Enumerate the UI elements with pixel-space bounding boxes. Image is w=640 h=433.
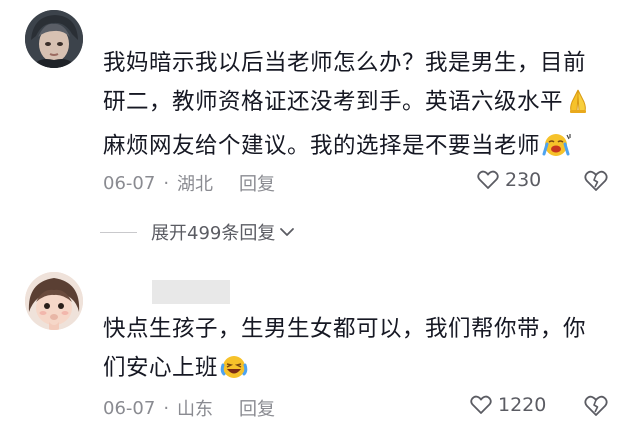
- like-count: 230: [505, 169, 542, 191]
- dislike-button[interactable]: [584, 395, 608, 421]
- comment-text: 快点生孩子，生男生女都可以，我们帮你带，你 们安心上班: [103, 310, 628, 393]
- comment-location: 湖北: [177, 174, 214, 195]
- folded-hands-emoji: [565, 88, 591, 127]
- reply-button[interactable]: 回复: [239, 170, 275, 196]
- comment-meta: 06-07 · 山东 回复: [103, 395, 275, 421]
- comment-text-line: 我妈暗示我以后当老师怎么办？我是男生，目前: [103, 50, 587, 76]
- chevron-down-icon: [280, 228, 295, 236]
- comment-date: 06-07: [103, 172, 156, 194]
- comment-text: 我妈暗示我以后当老师怎么办？我是男生，目前 研二，教师资格证还没考到手。英语六级…: [103, 44, 628, 171]
- like-count: 1220: [498, 394, 547, 416]
- loudly-crying-emoji: [542, 132, 572, 171]
- like-button[interactable]: 230: [477, 169, 541, 191]
- tears-of-joy-emoji: [220, 354, 248, 393]
- dislike-button[interactable]: [584, 170, 608, 196]
- like-button[interactable]: 1220: [470, 394, 546, 416]
- broken-heart-outline-icon: [584, 395, 608, 416]
- heart-outline-icon: [470, 395, 492, 414]
- reply-button[interactable]: 回复: [239, 395, 275, 421]
- avatar[interactable]: [25, 272, 83, 330]
- broken-heart-outline-icon: [584, 170, 608, 191]
- separator-dot: ·: [163, 172, 170, 194]
- comment-text-line: 快点生孩子，生男生女都可以，我们帮你带，你: [103, 316, 587, 342]
- comment-text-line: 麻烦网友给个建议。我的选择是不要当老师: [103, 127, 628, 171]
- heart-outline-icon: [477, 170, 499, 189]
- comment-date: 06-07: [103, 397, 156, 419]
- divider: [100, 231, 137, 233]
- comment-meta: 06-07 · 湖北 回复: [103, 170, 275, 196]
- avatar[interactable]: [25, 10, 83, 68]
- expand-replies-button[interactable]: 展开499条回复: [100, 219, 295, 245]
- separator-dot: ·: [163, 397, 170, 419]
- comment-text-line: 研二，教师资格证还没考到手。英语六级水平: [103, 83, 628, 127]
- username-redacted: [152, 280, 230, 304]
- comment-location: 山东: [177, 399, 214, 420]
- comment-text-line: 们安心上班: [103, 349, 628, 393]
- expand-replies-label: 展开499条回复: [151, 223, 276, 244]
